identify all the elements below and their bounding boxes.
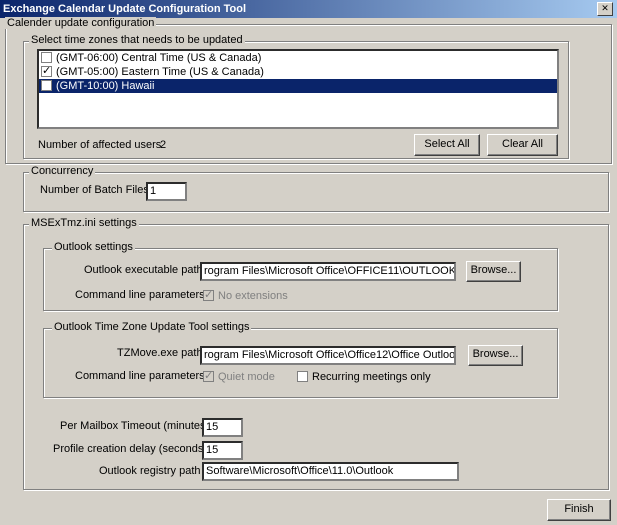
delay-input[interactable]: 15: [202, 441, 243, 460]
timezone-item-hawaii[interactable]: (GMT-10:00) Hawaii: [39, 79, 557, 93]
registry-label: Outlook registry path: [99, 465, 201, 477]
no-extensions-checkbox: ✓: [203, 288, 214, 301]
checkmark-icon: ✓: [204, 288, 214, 301]
affected-users-label: Number of affected users: [38, 139, 162, 151]
timezone-item-eastern[interactable]: ✓ (GMT-05:00) Eastern Time (US & Canada): [39, 64, 557, 79]
batch-files-input[interactable]: 1: [146, 182, 187, 201]
title-bar: Exchange Calendar Update Configuration T…: [0, 0, 617, 18]
calendar-update-legend: Calender update configuration: [5, 17, 157, 29]
tzupdate-cmd-label: Command line parameters: [75, 370, 205, 382]
concurrency-legend: Concurrency: [29, 165, 96, 177]
timezone-label: (GMT-06:00) Central Time (US & Canada): [56, 52, 262, 64]
registry-input[interactable]: Software\Microsoft\Office\11.0\Outlook: [202, 462, 459, 481]
timezone-label: (GMT-10:00) Hawaii: [56, 80, 155, 92]
timezone-checkbox[interactable]: [41, 52, 52, 63]
checkmark-icon: ✓: [204, 369, 214, 382]
outlook-browse-button[interactable]: Browse...: [466, 261, 521, 282]
tzmove-browse-button[interactable]: Browse...: [468, 345, 523, 366]
clear-all-button[interactable]: Clear All: [487, 134, 558, 156]
batch-files-label: Number of Batch Files: [40, 184, 149, 196]
quiet-mode-option: ✓ Quiet mode: [203, 369, 275, 383]
close-icon[interactable]: ✕: [597, 2, 613, 16]
recurring-option[interactable]: Recurring meetings only: [297, 371, 431, 383]
msextmz-legend: MSExTmz.ini settings: [29, 217, 139, 229]
no-extensions-label: No extensions: [218, 290, 288, 302]
outlook-exe-label: Outlook executable path: [84, 264, 203, 276]
tzmove-label: TZMove.exe path: [117, 347, 203, 359]
outlook-cmd-label: Command line parameters: [75, 289, 205, 301]
no-extensions-option: ✓ No extensions: [203, 288, 288, 302]
timezone-checkbox[interactable]: [41, 80, 52, 91]
timezone-label: (GMT-05:00) Eastern Time (US & Canada): [56, 66, 264, 78]
timezone-checkbox[interactable]: ✓: [41, 64, 52, 77]
tzmove-input[interactable]: rogram Files\Microsoft Office\Office12\O…: [200, 346, 456, 365]
recurring-label: Recurring meetings only: [312, 371, 431, 383]
outlook-exe-input[interactable]: rogram Files\Microsoft Office\OFFICE11\O…: [200, 262, 456, 281]
timeout-input[interactable]: 15: [202, 418, 243, 437]
select-all-button[interactable]: Select All: [414, 134, 480, 156]
timezone-legend: Select time zones that needs to be updat…: [29, 34, 245, 46]
window-title: Exchange Calendar Update Configuration T…: [3, 3, 247, 15]
outlook-settings-legend: Outlook settings: [52, 241, 135, 253]
quiet-mode-label: Quiet mode: [218, 371, 275, 383]
delay-label: Profile creation delay (seconds): [53, 443, 208, 455]
recurring-checkbox[interactable]: [297, 371, 308, 382]
timezone-item-central[interactable]: (GMT-06:00) Central Time (US & Canada): [39, 51, 557, 65]
affected-users-count: 2: [160, 139, 167, 151]
checkmark-icon: ✓: [42, 64, 52, 77]
timezone-list[interactable]: (GMT-06:00) Central Time (US & Canada) ✓…: [37, 49, 559, 129]
timeout-label: Per Mailbox Timeout (minutes): [60, 420, 210, 432]
tzupdate-settings-legend: Outlook Time Zone Update Tool settings: [52, 321, 252, 333]
quiet-mode-checkbox: ✓: [203, 369, 214, 382]
finish-button[interactable]: Finish: [547, 499, 611, 521]
